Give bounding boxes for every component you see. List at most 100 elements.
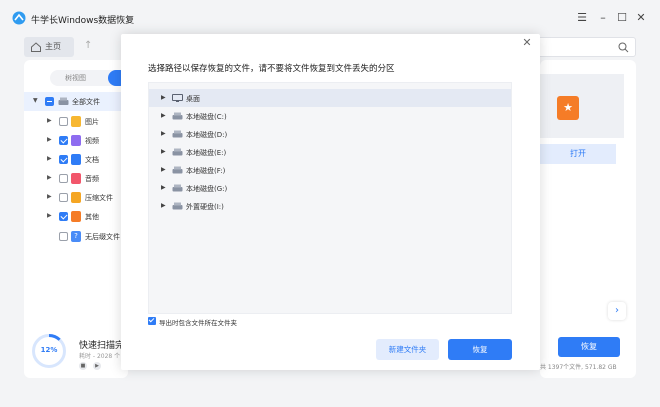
checkbox[interactable] — [59, 117, 68, 126]
tree-item-no-extension[interactable]: ? 无后缀文件 — [24, 227, 128, 246]
folder-row-g[interactable]: ▶ 本地磁盘(G:) — [149, 179, 511, 197]
drive-icon — [172, 184, 183, 192]
folder-row-d[interactable]: ▶ 本地磁盘(D:) — [149, 125, 511, 143]
all-files-checkbox[interactable] — [45, 97, 54, 106]
document-icon — [71, 154, 81, 165]
drive-icon — [172, 130, 183, 138]
home-tab-label: 主页 — [45, 42, 61, 51]
image-icon — [71, 116, 81, 127]
tree-label: 压缩文件 — [85, 194, 113, 202]
desktop-icon — [172, 94, 183, 102]
dialog-title: 选择路径以保存恢复的文件，请不要将文件恢复到文件丢失的分区 — [148, 64, 395, 74]
tree-label: 文档 — [85, 156, 99, 164]
app-window: 牛学长Windows数据恢复 ☰ – ☐ ✕ 主页 ↑ 树视图 ▼ 全部文件 ▶… — [0, 0, 660, 407]
folder-label: 本地磁盘(F:) — [186, 167, 226, 175]
tree-item-other[interactable]: ▶ 其他 — [24, 207, 128, 226]
home-icon — [31, 42, 41, 52]
checkbox[interactable] — [59, 193, 68, 202]
expand-arrow-icon[interactable]: ▶ — [47, 136, 52, 143]
tree-item-all-files[interactable]: ▼ 全部文件 — [24, 92, 128, 111]
expand-arrow-icon[interactable]: ▶ — [161, 130, 166, 137]
folder-tree: ▶ 桌面 ▶ 本地磁盘(C:) ▶ 本地磁盘(D:) ▶ 本地磁盘(E:) ▶ … — [148, 82, 512, 314]
tree-label: 其他 — [85, 213, 99, 221]
scan-progress-ring: 12% — [32, 334, 66, 368]
folder-label: 本地磁盘(C:) — [186, 113, 227, 121]
search-input[interactable] — [529, 37, 636, 57]
tree-view-label: 树视图 — [65, 74, 86, 82]
folder-row-e[interactable]: ▶ 本地磁盘(E:) — [149, 143, 511, 161]
tree-item-archives[interactable]: ▶ 压缩文件 — [24, 188, 128, 207]
expand-arrow-icon[interactable]: ▶ — [161, 184, 166, 191]
expand-arrow-icon[interactable]: ▶ — [47, 193, 52, 200]
folder-label: 桌面 — [186, 95, 200, 103]
save-path-dialog: ✕ 选择路径以保存恢复的文件，请不要将文件恢复到文件丢失的分区 ▶ 桌面 ▶ 本… — [121, 34, 540, 370]
recover-main-button[interactable]: 恢复 — [558, 337, 620, 357]
expand-arrow-icon[interactable]: ▶ — [161, 94, 166, 101]
search-icon[interactable] — [618, 42, 629, 53]
expand-arrow-icon[interactable]: ▶ — [161, 202, 166, 209]
title-bar: 牛学长Windows数据恢复 ☰ – ☐ ✕ — [0, 0, 660, 36]
menu-icon[interactable]: ☰ — [575, 11, 589, 25]
folder-label: 本地磁盘(D:) — [186, 131, 228, 139]
next-arrow-icon[interactable]: › — [608, 302, 626, 320]
expand-arrow-icon[interactable]: ▶ — [161, 166, 166, 173]
tree-label: 音频 — [85, 175, 99, 183]
drive-icon — [58, 97, 69, 105]
tree-item-images[interactable]: ▶ 图片 — [24, 112, 128, 131]
minimize-icon[interactable]: – — [596, 11, 610, 25]
expand-arrow-icon[interactable]: ▶ — [47, 212, 52, 219]
checkbox[interactable] — [59, 174, 68, 183]
dialog-recover-button[interactable]: 恢复 — [448, 339, 512, 360]
other-icon — [71, 211, 81, 222]
star-file-icon: ★ — [557, 96, 579, 120]
checkbox[interactable] — [59, 212, 68, 221]
preview-panel: ★ 打开 — [540, 60, 636, 378]
folder-row-c[interactable]: ▶ 本地磁盘(C:) — [149, 107, 511, 125]
home-tab[interactable]: 主页 — [24, 37, 74, 57]
new-folder-button[interactable]: 新建文件夹 — [376, 339, 439, 360]
play-icon[interactable]: ▶ — [93, 362, 101, 370]
folder-label: 本地磁盘(G:) — [186, 185, 228, 193]
checkbox[interactable] — [59, 136, 68, 145]
tree-label: 无后缀文件 — [85, 233, 120, 241]
question-icon: ? — [71, 231, 81, 242]
checkbox[interactable] — [59, 232, 68, 241]
expand-arrow-icon[interactable]: ▶ — [161, 148, 166, 155]
export-folder-checkbox[interactable] — [148, 317, 156, 325]
folder-row-desktop[interactable]: ▶ 桌面 — [149, 89, 511, 107]
pause-icon[interactable]: ■ — [79, 362, 87, 370]
external-drive-icon — [172, 202, 183, 210]
tree-label: 全部文件 — [72, 98, 100, 106]
folder-row-f[interactable]: ▶ 本地磁盘(F:) — [149, 161, 511, 179]
tree-item-audio[interactable]: ▶ 音频 — [24, 169, 128, 188]
scan-percent: 12% — [40, 346, 58, 354]
close-dialog-icon[interactable]: ✕ — [521, 37, 533, 49]
app-logo-icon — [12, 11, 26, 25]
export-folder-label: 导出时包含文件所在文件夹 — [159, 319, 237, 327]
collapse-arrow-icon[interactable]: ▼ — [33, 97, 38, 104]
maximize-icon[interactable]: ☐ — [615, 11, 629, 25]
up-arrow-icon[interactable]: ↑ — [84, 40, 92, 51]
archive-icon — [71, 192, 81, 203]
view-toggle[interactable]: 树视图 — [50, 70, 128, 86]
drive-icon — [172, 166, 183, 174]
scan-status: 12% 快速扫描完 耗时 - 2028 个 ■ ▶ — [24, 330, 128, 378]
checkbox[interactable] — [59, 155, 68, 164]
file-count-info: 共 1397个文件, 571.82 GB — [540, 364, 617, 371]
close-window-icon[interactable]: ✕ — [634, 11, 648, 25]
folder-label: 本地磁盘(E:) — [186, 149, 227, 157]
open-button[interactable]: 打开 — [540, 144, 616, 164]
drive-icon — [172, 148, 183, 156]
tree-label: 图片 — [85, 118, 99, 126]
expand-arrow-icon[interactable]: ▶ — [47, 117, 52, 124]
app-title: 牛学长Windows数据恢复 — [31, 16, 135, 26]
tree-item-video[interactable]: ▶ 视频 — [24, 131, 128, 150]
expand-arrow-icon[interactable]: ▶ — [47, 155, 52, 162]
tree-item-documents[interactable]: ▶ 文档 — [24, 150, 128, 169]
folder-row-i[interactable]: ▶ 外置硬盘(I:) — [149, 197, 511, 215]
expand-arrow-icon[interactable]: ▶ — [161, 112, 166, 119]
expand-arrow-icon[interactable]: ▶ — [47, 174, 52, 181]
file-preview: ★ — [540, 74, 624, 138]
video-icon — [71, 135, 81, 146]
folder-label: 外置硬盘(I:) — [186, 203, 224, 211]
